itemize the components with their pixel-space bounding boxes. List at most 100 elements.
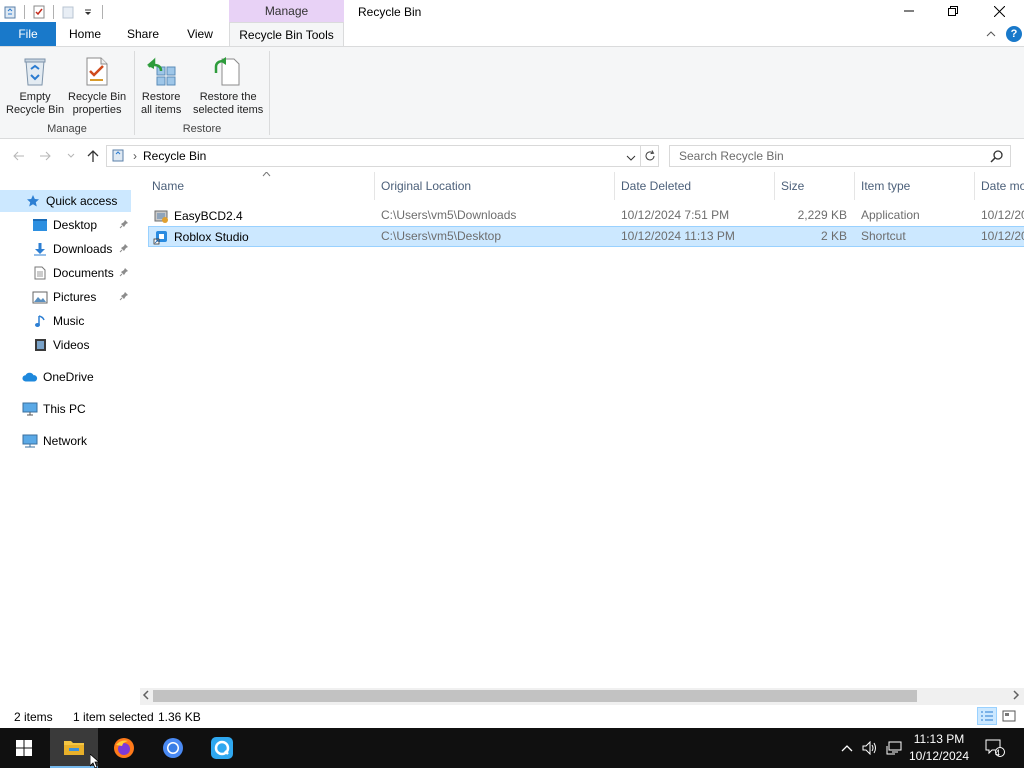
sidebar-item-videos[interactable]: Videos: [0, 334, 131, 356]
navigation-pane: Quick access Desktop Downloads Documents…: [0, 172, 140, 688]
sidebar-item-pictures[interactable]: Pictures: [0, 286, 131, 308]
sidebar-item-downloads[interactable]: Downloads: [0, 238, 131, 260]
details-view-icon: [981, 711, 993, 721]
sidebar-item-documents[interactable]: Documents: [0, 262, 131, 284]
sidebar-item-quick-access[interactable]: Quick access: [0, 190, 131, 212]
show-hidden-icons-chevron-icon[interactable]: [838, 728, 856, 768]
pictures-icon: [32, 289, 48, 305]
volume-icon[interactable]: [860, 728, 880, 768]
sidebar-item-label: Videos: [53, 338, 90, 352]
pin-icon[interactable]: [119, 219, 129, 232]
file-list: Name Original Location Date Deleted Size…: [140, 172, 1024, 688]
search-box[interactable]: Search Recycle Bin: [669, 145, 1011, 167]
chrome-icon: [163, 738, 183, 758]
search-placeholder: Search Recycle Bin: [679, 149, 784, 163]
sidebar-item-label: Desktop: [53, 218, 98, 232]
column-header-date-modified[interactable]: Date mo: [975, 172, 1024, 200]
pin-icon[interactable]: [119, 243, 129, 256]
restore-selected-items-button[interactable]: Restore the selected items: [193, 55, 263, 117]
scroll-left-arrow-icon[interactable]: [142, 689, 150, 704]
column-header-name[interactable]: Name: [146, 172, 375, 200]
tab-share[interactable]: Share: [118, 22, 168, 46]
help-button[interactable]: ?: [1006, 26, 1022, 42]
recycle-bin-app-icon[interactable]: [2, 4, 18, 20]
ribbon-group-separator: [269, 51, 270, 135]
clock-date: 10/12/2024: [908, 749, 970, 763]
large-icons-view-button[interactable]: [999, 707, 1019, 725]
file-explorer-window: Manage Recycle Bin File Home Share View …: [0, 0, 1024, 768]
sidebar-item-desktop[interactable]: Desktop: [0, 214, 131, 236]
breadcrumb-recycle-bin[interactable]: Recycle Bin: [143, 149, 206, 163]
size-cell: 2 KB: [820, 229, 847, 243]
context-tab-header: Manage: [229, 0, 344, 22]
network-status-icon[interactable]: [884, 728, 904, 768]
props-line-1: Recycle Bin: [68, 91, 127, 103]
status-selection: 1 item selected: [73, 710, 154, 724]
column-header-size[interactable]: Size: [775, 172, 855, 200]
sidebar-item-this-pc[interactable]: This PC: [0, 398, 131, 420]
scrollbar-thumb[interactable]: [153, 690, 917, 702]
document-icon: [32, 265, 48, 281]
action-center-button[interactable]: 4: [980, 728, 1010, 768]
tab-recycle-bin-tools[interactable]: Recycle Bin Tools: [229, 22, 344, 47]
refresh-button[interactable]: [641, 145, 659, 167]
up-arrow-icon[interactable]: [85, 148, 101, 164]
close-button[interactable]: [976, 0, 1022, 22]
recent-locations-chevron-icon[interactable]: [63, 148, 79, 164]
onedrive-cloud-icon: [22, 369, 38, 385]
restore-all-items-button[interactable]: Restore all items: [141, 55, 181, 117]
minimize-button[interactable]: [886, 0, 932, 22]
sidebar-item-network[interactable]: Network: [0, 430, 131, 452]
address-dropdown-chevron-icon[interactable]: [626, 151, 636, 165]
address-bar[interactable]: › Recycle Bin: [106, 145, 641, 167]
pin-icon[interactable]: [119, 291, 129, 304]
breadcrumb-separator[interactable]: ›: [133, 149, 137, 163]
new-folder-icon[interactable]: [60, 4, 76, 20]
tab-view[interactable]: View: [178, 22, 222, 46]
taskbar-clock[interactable]: 11:13 PM 10/12/2024: [902, 731, 976, 765]
scroll-right-arrow-icon[interactable]: [1012, 689, 1020, 704]
ribbon-tabs: File Home Share View Recycle Bin Tools: [0, 22, 1024, 47]
network-icon: [22, 433, 38, 449]
forward-arrow-icon[interactable]: [37, 148, 53, 164]
column-header-item-type[interactable]: Item type: [855, 172, 975, 200]
taskbar: 11:13 PM 10/12/2024 4: [0, 728, 1024, 768]
qat-separator: [102, 5, 103, 19]
ribbon-panel: Empty Recycle Bin Recycle Bin properties…: [0, 46, 1024, 139]
sidebar-item-music[interactable]: Music: [0, 310, 131, 332]
tab-file[interactable]: File: [0, 22, 56, 46]
back-arrow-icon[interactable]: [11, 148, 27, 164]
details-view-button[interactable]: [977, 707, 997, 725]
recycle-bin-properties-button[interactable]: Recycle Bin properties: [68, 55, 126, 117]
expand-ribbon-chevron-icon[interactable]: [986, 27, 996, 41]
column-header-date-deleted[interactable]: Date Deleted: [615, 172, 775, 200]
date-deleted-cell: 10/12/2024 11:13 PM: [621, 229, 735, 243]
date-modified-cell: 10/12/20: [981, 229, 1024, 243]
start-button[interactable]: [0, 728, 48, 768]
properties-icon[interactable]: [31, 4, 47, 20]
customize-qat-chevron-icon[interactable]: [80, 4, 96, 20]
tab-home[interactable]: Home: [60, 22, 110, 46]
horizontal-scrollbar[interactable]: [140, 688, 1024, 705]
taskbar-chrome[interactable]: [149, 728, 197, 768]
file-row-selected[interactable]: Roblox Studio C:\Users\vm5\Desktop 10/12…: [148, 226, 1024, 247]
sidebar-item-label: Quick access: [46, 194, 118, 208]
column-header-original-location[interactable]: Original Location: [375, 172, 615, 200]
taskbar-firefox[interactable]: [100, 728, 148, 768]
download-arrow-icon: [32, 241, 48, 257]
restore-all-icon: [147, 57, 176, 86]
firefox-icon: [114, 738, 134, 758]
search-icon[interactable]: [990, 149, 1004, 166]
file-row[interactable]: EasyBCD2.4 C:\Users\vm5\Downloads 10/12/…: [148, 205, 1024, 226]
empty-recycle-bin-button[interactable]: Empty Recycle Bin: [6, 55, 64, 117]
file-name-cell: EasyBCD2.4: [153, 208, 243, 224]
restore-button[interactable]: [930, 0, 976, 22]
properties-icon: [86, 57, 108, 86]
date-modified-cell: 10/12/20: [981, 208, 1024, 222]
window-title: Recycle Bin: [358, 5, 422, 19]
taskbar-roblox-studio[interactable]: [198, 728, 246, 768]
sidebar-item-onedrive[interactable]: OneDrive: [0, 366, 131, 388]
ribbon-right-controls: ?: [986, 26, 1022, 42]
sidebar-item-label: OneDrive: [43, 370, 94, 384]
pin-icon[interactable]: [119, 267, 129, 280]
